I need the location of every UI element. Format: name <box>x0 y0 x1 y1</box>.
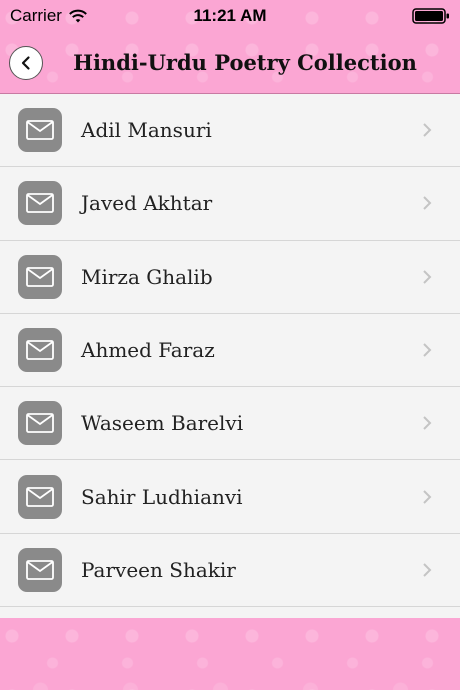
envelope-icon <box>26 266 54 287</box>
list-item-label: Javed Akhtar <box>81 191 213 216</box>
list-item[interactable]: Parveen Shakir <box>0 534 460 608</box>
battery-icon <box>412 8 449 24</box>
poet-list: Adil Mansuri Javed Akhtar Mirza Ghalib A… <box>0 94 460 618</box>
page-title: Hindi-Urdu Poetry Collection <box>73 50 417 75</box>
list-item[interactable]: Ahmed Faraz <box>0 314 460 388</box>
list-item[interactable]: Mirza Ghalib <box>0 241 460 314</box>
envelope-icon-badge <box>18 474 62 519</box>
envelope-icon-badge <box>18 254 62 299</box>
list-item-label: Parveen Shakir <box>81 557 236 582</box>
wifi-icon <box>69 9 87 23</box>
status-time: 11:21 AM <box>193 6 267 25</box>
envelope-icon <box>26 486 54 507</box>
envelope-icon-badge <box>18 181 62 226</box>
chevron-right-icon <box>423 563 432 577</box>
envelope-icon-badge <box>18 547 62 592</box>
list-item[interactable]: Waseem Barelvi <box>0 387 460 461</box>
envelope-icon-badge <box>18 328 62 373</box>
footer-banner <box>0 618 460 690</box>
list-item[interactable]: Javed Akhtar <box>0 167 460 241</box>
envelope-icon-badge <box>18 108 62 153</box>
carrier-label: Carrier <box>10 6 62 25</box>
chevron-right-icon <box>423 343 432 357</box>
envelope-icon <box>26 560 54 580</box>
status-bar: Carrier 11:21 AM <box>0 0 460 32</box>
envelope-icon <box>26 340 54 360</box>
envelope-icon-badge <box>18 401 62 446</box>
envelope-icon <box>26 120 54 141</box>
chevron-right-icon <box>423 270 432 284</box>
status-left: Carrier <box>10 6 88 26</box>
envelope-icon <box>26 413 54 434</box>
list-item-label: Waseem Barelvi <box>81 411 244 436</box>
chevron-right-icon <box>423 123 432 137</box>
list-item[interactable]: Adil Mansuri <box>0 94 460 168</box>
chevron-left-icon <box>21 56 30 70</box>
chevron-right-icon <box>423 196 432 211</box>
list-item-label: Mirza Ghalib <box>81 264 213 289</box>
chevron-right-icon <box>423 489 432 504</box>
chevron-right-icon <box>423 416 432 431</box>
back-button[interactable] <box>9 46 43 80</box>
navigation-bar: Hindi-Urdu Poetry Collection <box>0 32 460 94</box>
envelope-icon <box>26 193 54 214</box>
list-item-label: Adil Mansuri <box>81 118 212 143</box>
list-item-label: Ahmed Faraz <box>81 338 215 363</box>
list-item-label: Sahir Ludhianvi <box>81 484 243 509</box>
list-item[interactable]: Sahir Ludhianvi <box>0 460 460 534</box>
